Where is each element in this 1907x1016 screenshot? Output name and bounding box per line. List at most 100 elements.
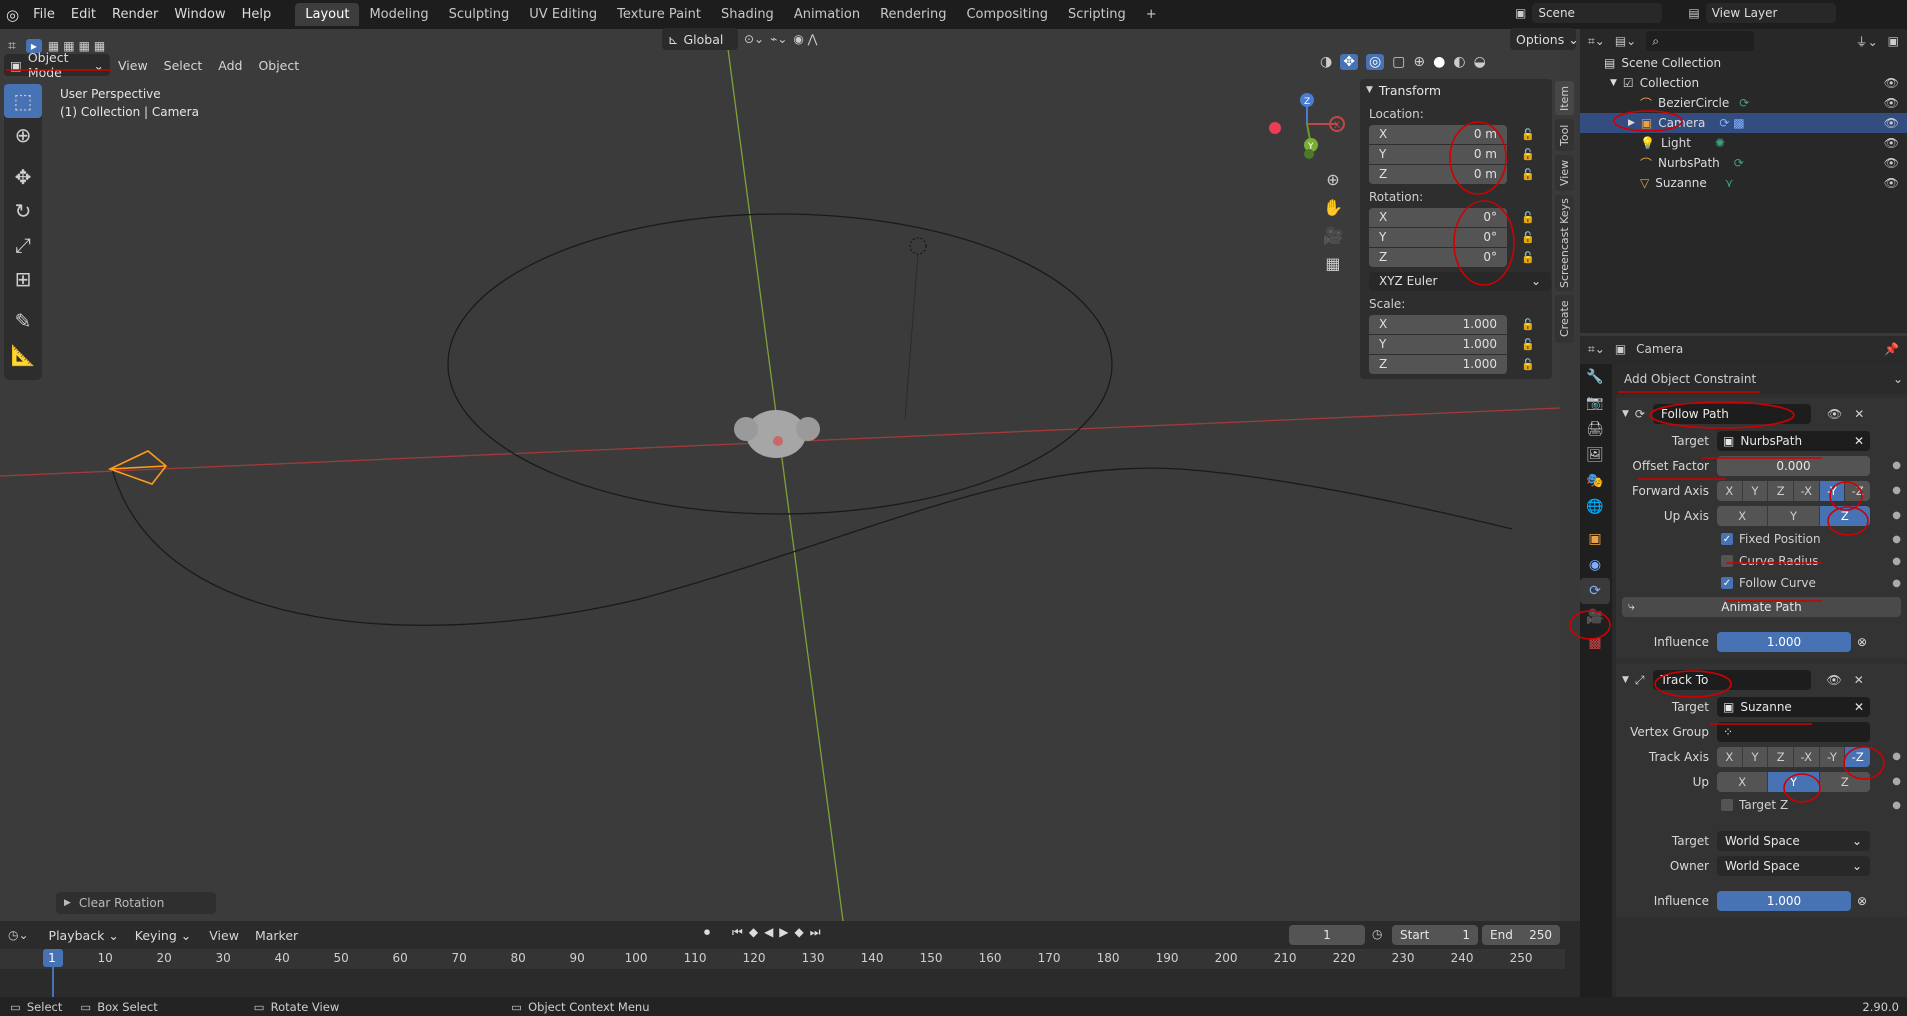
play-reverse-icon[interactable]: ◀: [764, 925, 773, 940]
scale-tool-icon[interactable]: ⤢: [4, 228, 42, 262]
cursor-tool-icon[interactable]: ⊕: [4, 118, 42, 152]
menu-window[interactable]: Window: [166, 7, 233, 22]
up-axis-x[interactable]: X: [1717, 505, 1769, 526]
tab-sculpting[interactable]: Sculpting: [439, 3, 520, 26]
collapse-arrow-icon[interactable]: ▼: [1622, 409, 1629, 419]
menu-edit[interactable]: Edit: [63, 7, 104, 22]
curve-radius-row[interactable]: Curve Radius ●: [1616, 550, 1907, 572]
physics-tab-icon[interactable]: ◉: [1580, 552, 1610, 578]
up-axis-z[interactable]: Z: [1819, 505, 1870, 526]
lock-icon[interactable]: 🔓: [1521, 211, 1535, 224]
current-frame-field[interactable]: 1: [1289, 925, 1365, 945]
keyframe-dot-icon[interactable]: ●: [1892, 578, 1901, 589]
rotation-y-field[interactable]: Y 0°: [1369, 227, 1507, 247]
clear-icon[interactable]: ✕: [1854, 434, 1864, 448]
tab-uv-editing[interactable]: UV Editing: [519, 3, 607, 26]
eye-icon[interactable]: 👁: [1884, 176, 1899, 190]
lock-icon[interactable]: 🔓: [1521, 358, 1535, 371]
tab-shading[interactable]: Shading: [711, 3, 784, 26]
display-mode-icon[interactable]: ▤⌄: [1615, 34, 1636, 48]
menu-help[interactable]: Help: [234, 7, 280, 22]
lock-icon[interactable]: 🔓: [1521, 338, 1535, 351]
visibility-icon[interactable]: ◑: [1320, 54, 1332, 70]
lock-icon[interactable]: 🔓: [1521, 148, 1535, 161]
select-box-tool-icon[interactable]: ⬚: [4, 84, 42, 118]
end-frame-field[interactable]: End 250: [1482, 925, 1560, 945]
scale-x-field[interactable]: X 1.000: [1369, 314, 1507, 334]
viewport-menu-select[interactable]: Select: [156, 55, 211, 76]
eye-icon[interactable]: 👁: [1884, 76, 1899, 90]
new-collection-icon[interactable]: ▣: [1888, 34, 1899, 48]
location-x-field[interactable]: X 0 m: [1369, 124, 1507, 144]
tool-tab-icon[interactable]: 🔧: [1580, 364, 1610, 390]
collapse-arrow-icon[interactable]: ▼: [1622, 675, 1629, 685]
rotation-x-field[interactable]: X 0°: [1369, 207, 1507, 227]
disable-keep-icon[interactable]: ⊗: [1857, 894, 1867, 908]
editor-type-icon[interactable]: ⌗⌄: [1588, 34, 1605, 49]
vertex-group-field[interactable]: ⁘: [1717, 721, 1870, 742]
viewport-menu-object[interactable]: Object: [250, 55, 307, 76]
zoom-icon[interactable]: ⊕: [1326, 170, 1339, 189]
orientation-dropdown[interactable]: ⊾ Global: [662, 28, 738, 50]
fixed-position-row[interactable]: ✓ Fixed Position ●: [1616, 528, 1907, 550]
snap-icon[interactable]: ⌁⌄: [770, 32, 787, 46]
forward-axis-neg-z[interactable]: -Z: [1845, 480, 1870, 501]
eye-icon[interactable]: 👁: [1884, 96, 1899, 110]
track-to-name-field[interactable]: Track To: [1652, 670, 1811, 690]
object-mode-dropdown[interactable]: ▣ Object Mode ⌄: [4, 50, 110, 80]
location-z-field[interactable]: Z 0 m: [1369, 164, 1507, 184]
lock-icon[interactable]: 🔓: [1521, 231, 1535, 244]
texture-tab-icon[interactable]: ▩: [1580, 630, 1610, 656]
eye-icon[interactable]: 👁: [1884, 116, 1899, 130]
outliner-item-camera[interactable]: ▶ ▣ Camera ⟳ ▩ 👁: [1580, 113, 1907, 133]
sidebar-tab-screencast-keys[interactable]: Screencast Keys: [1555, 195, 1574, 291]
keyframe-dot-icon[interactable]: ●: [1892, 800, 1901, 811]
collection-row[interactable]: ▼ ☑ Collection 👁: [1580, 73, 1907, 93]
playback-menu[interactable]: Playback ⌄: [42, 924, 125, 946]
clear-icon[interactable]: ✕: [1854, 700, 1864, 714]
track-axis-y[interactable]: Y: [1742, 746, 1769, 767]
eye-icon[interactable]: 👁: [1884, 156, 1899, 170]
wireframe-shading-icon[interactable]: ⊕: [1413, 54, 1425, 70]
scene-selector[interactable]: Scene: [1532, 3, 1663, 23]
close-icon[interactable]: ✕: [1854, 673, 1864, 687]
add-workspace-button[interactable]: +: [1136, 3, 1167, 26]
jump-start-icon[interactable]: ⏮: [732, 925, 743, 940]
gizmo-toggle-icon[interactable]: ✥: [1340, 54, 1358, 70]
play-icon[interactable]: ▶: [779, 925, 788, 940]
xray-icon[interactable]: ▢: [1392, 54, 1405, 70]
up-axis-y[interactable]: Y: [1768, 505, 1820, 526]
pin-icon[interactable]: 📌: [1884, 342, 1899, 356]
fixed-position-checkbox[interactable]: ✓: [1721, 533, 1733, 545]
prev-keyframe-icon[interactable]: ◆: [749, 925, 758, 940]
menu-file[interactable]: File: [25, 7, 63, 22]
outliner-item-suzanne[interactable]: ▽ Suzanne ⋎ 👁: [1580, 173, 1907, 193]
scene-collection-row[interactable]: ▤ Scene Collection: [1580, 53, 1907, 73]
track-to-influence-slider[interactable]: 1.000: [1717, 890, 1851, 911]
editor-type-icon[interactable]: ⌗: [8, 38, 16, 54]
overlay-icon[interactable]: ◎: [1365, 54, 1385, 70]
camera-view-icon[interactable]: 🎥: [1323, 226, 1343, 245]
lock-icon[interactable]: 🔓: [1521, 128, 1535, 141]
eye-icon[interactable]: 👁: [1827, 673, 1842, 687]
tab-modeling[interactable]: Modeling: [359, 3, 438, 26]
outliner-item-light[interactable]: 💡 Light ✺ 👁: [1580, 133, 1907, 153]
rotation-mode-dropdown[interactable]: XYZ Euler ⌄: [1369, 271, 1551, 291]
view-layer-tab-icon[interactable]: 🖼: [1580, 442, 1610, 468]
ortho-grid-icon[interactable]: ▦: [1325, 254, 1340, 273]
lock-icon[interactable]: 🔓: [1521, 318, 1535, 331]
owner-space-dropdown[interactable]: World Space ⌄: [1717, 855, 1870, 876]
editor-type-icon[interactable]: ◷⌄: [8, 928, 29, 942]
track-axis-z[interactable]: Z: [1768, 746, 1795, 767]
keyframe-dot-icon[interactable]: ●: [1892, 510, 1901, 521]
tab-scripting[interactable]: Scripting: [1058, 3, 1136, 26]
sidebar-tab-tool[interactable]: Tool: [1555, 119, 1574, 151]
rotate-tool-icon[interactable]: ↻: [4, 194, 42, 228]
view-layer-selector[interactable]: View Layer: [1705, 3, 1836, 23]
tab-animation[interactable]: Animation: [784, 3, 870, 26]
forward-axis-neg-x[interactable]: -X: [1794, 480, 1820, 501]
disable-keep-icon[interactable]: ⊗: [1857, 635, 1867, 649]
track-to-target-field[interactable]: ▣ Suzanne ✕: [1717, 696, 1870, 717]
material-shading-icon[interactable]: ◐: [1453, 54, 1465, 70]
frame-ruler[interactable]: 1 10 20 30 40 50 60 70 80 90 100 110 120 130 140 150 160…: [0, 949, 1565, 969]
